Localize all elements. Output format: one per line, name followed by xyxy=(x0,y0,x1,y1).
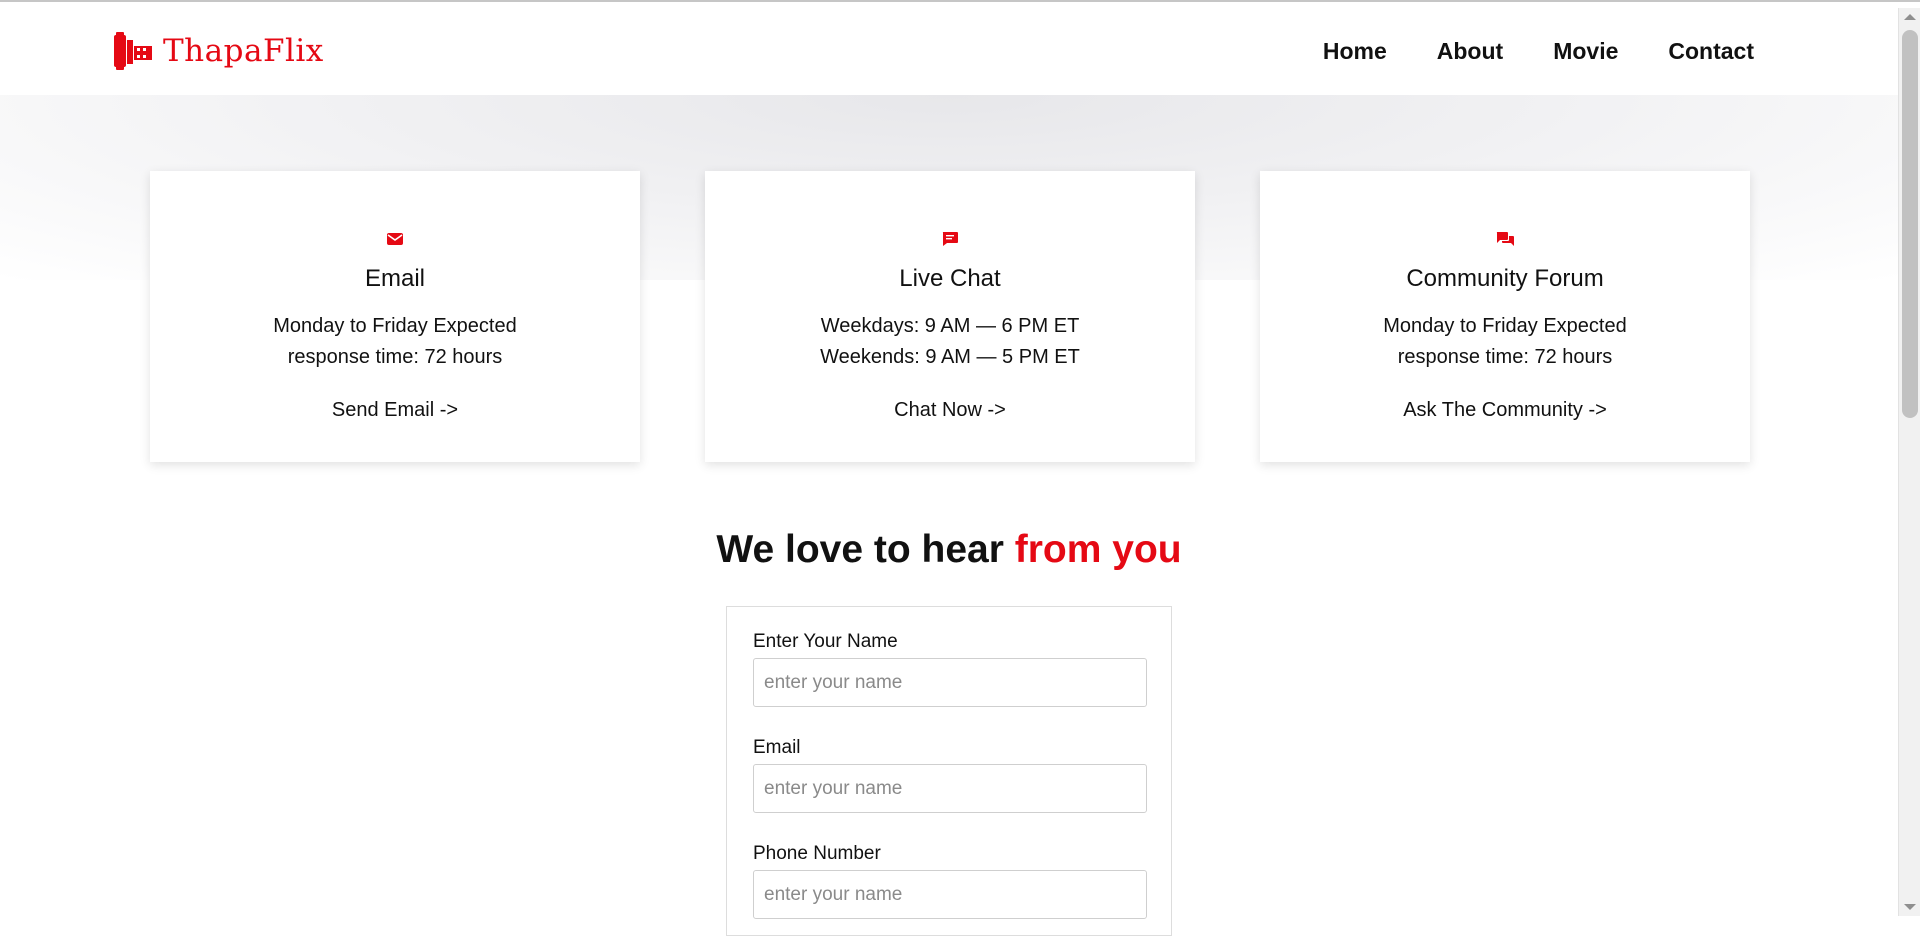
card-title: Email xyxy=(364,265,425,292)
card-description: Weekdays: 9 AM — 6 PM ET Weekends: 9 AM … xyxy=(740,311,1160,373)
navbar: ThapaFlix Home About Movie Contact xyxy=(0,7,1898,95)
section-headline: We love to hear from you xyxy=(0,528,1898,572)
scroll-thumb[interactable] xyxy=(1902,30,1918,418)
email-input[interactable] xyxy=(753,764,1147,813)
contact-form: Enter Your Name Email Phone Number xyxy=(726,606,1172,936)
email-field-group: Email xyxy=(753,737,1147,813)
scroll-up-icon[interactable] xyxy=(1904,14,1916,20)
nav-item-movie[interactable]: Movie xyxy=(1553,38,1618,65)
nav-item-about[interactable]: About xyxy=(1437,38,1503,65)
nav-links: Home About Movie Contact xyxy=(1323,38,1754,65)
forum-icon xyxy=(1496,232,1514,246)
name-field-group: Enter Your Name xyxy=(753,631,1147,707)
nav-item-home[interactable]: Home xyxy=(1323,38,1387,65)
phone-field-group: Phone Number xyxy=(753,843,1147,919)
scroll-down-icon[interactable] xyxy=(1904,904,1916,910)
ask-community-link[interactable]: Ask The Community -> xyxy=(1403,399,1607,422)
name-label: Enter Your Name xyxy=(753,631,898,652)
community-forum-card: Community Forum Monday to Friday Expecte… xyxy=(1260,171,1750,462)
logo[interactable]: ThapaFlix xyxy=(113,31,324,71)
card-description: Monday to Friday Expected response time:… xyxy=(273,315,517,368)
card-title: Live Chat xyxy=(899,265,1001,292)
email-card: Email Monday to Friday Expected response… xyxy=(150,171,640,462)
email-label: Email xyxy=(753,737,801,758)
phone-label: Phone Number xyxy=(753,843,881,864)
brand-name: ThapaFlix xyxy=(163,33,324,69)
headline-text: We love to hear xyxy=(716,528,1015,571)
phone-input[interactable] xyxy=(753,870,1147,919)
chat-icon xyxy=(942,232,958,246)
film-reel-icon xyxy=(114,32,152,70)
contact-cards: Email Monday to Friday Expected response… xyxy=(150,171,1750,462)
page-scrollbar[interactable] xyxy=(1898,8,1920,916)
nav-item-contact[interactable]: Contact xyxy=(1668,38,1754,65)
chat-now-link[interactable]: Chat Now -> xyxy=(894,399,1006,422)
send-email-link[interactable]: Send Email -> xyxy=(332,399,458,422)
email-icon xyxy=(387,233,403,245)
weekend-hours: Weekends: 9 AM — 5 PM ET xyxy=(820,346,1080,368)
headline-accent: from you xyxy=(1014,528,1182,571)
weekday-hours: Weekdays: 9 AM — 6 PM ET xyxy=(820,315,1080,337)
name-input[interactable] xyxy=(753,658,1147,707)
card-title: Community Forum xyxy=(1406,265,1604,292)
live-chat-card: Live Chat Weekdays: 9 AM — 6 PM ET Weeke… xyxy=(705,171,1195,462)
card-description: Monday to Friday Expected response time:… xyxy=(1383,315,1627,368)
